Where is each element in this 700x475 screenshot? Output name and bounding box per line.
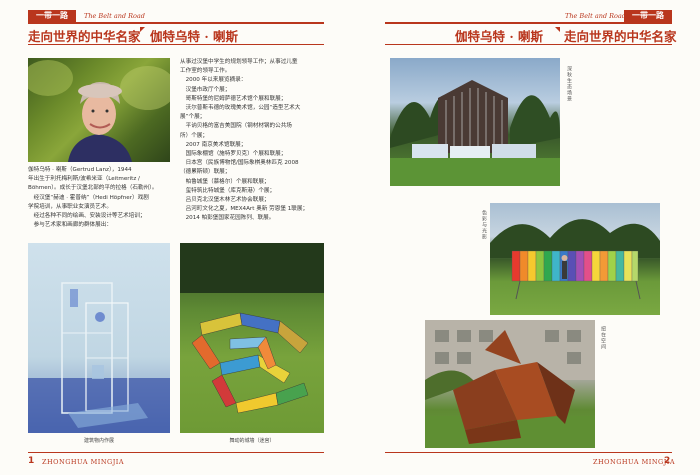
works-line: 国际象棚馆（施特罗贝克）个展和联展；: [180, 151, 287, 158]
bio-line: 伽特乌特 · 喇斯（Gertrud Lanz），1944: [28, 167, 132, 173]
header-top-rule-right: [385, 22, 672, 24]
works-line: 所）个展；: [180, 132, 208, 139]
bio-line: 学院培训，从事职业女演员艺术。: [28, 203, 112, 210]
works-line: 吕河町文化之夏，MEX4Art 奥新 劳恩堡 1联展；: [180, 206, 309, 213]
works-line: 展”个展；: [180, 114, 206, 121]
artist-portrait-photo: [28, 58, 170, 162]
belt-road-subtitle-right: The Belt and Road: [565, 12, 626, 20]
page-number-left: 1: [28, 456, 35, 466]
works-line: 2014 帕彭堡国家花园陈列、联展。: [180, 215, 275, 222]
artist-name-left: 伽特乌特 · 喇斯: [150, 29, 239, 44]
bio-line: 参与艺术家和画廊的群体展出：: [28, 222, 112, 229]
footer-magazine-name-right: ZHONGHUA MINGJIA: [593, 458, 676, 466]
vertical-caption-chapel: 深秋生态场景: [566, 66, 572, 102]
footer-rule-right: [385, 452, 672, 453]
red-triangle-icon: [555, 27, 560, 32]
works-line: 工作室的领导工作。: [180, 68, 231, 75]
footer-rule-left: [28, 452, 324, 453]
footer-magazine-name-left: ZHONGHUA MINGJIA: [42, 458, 125, 466]
color-panels-photo: [490, 203, 660, 315]
caption-glass-sculpture: 建筑物内作展: [83, 438, 114, 444]
header-bottom-rule-right: [385, 44, 672, 45]
bio-line: 年出生于利托梅利斯/波希米亚（Leitmeritz /: [28, 176, 140, 183]
maze-wall-photo: [180, 243, 324, 433]
works-line: （德累斯顿）联展；: [180, 169, 231, 176]
vertical-caption-color-panels: 色彩与光影: [481, 210, 487, 240]
caption-maze-wall: 舞动的城墙（迷宫）: [229, 438, 275, 444]
glass-sculpture-photo: [28, 243, 170, 433]
works-line: 日本宫（民族博物馆/国际象棋奥林匹克 2008: [180, 160, 299, 167]
works-line: 沃尔普斯韦德的玫瑰美术馆，公园“造型艺术大: [180, 105, 301, 112]
works-line: 玺特筑比特城堡（库克斯港）个展；: [180, 187, 276, 194]
works-line: 2007 南京美术馆联展；: [180, 141, 247, 148]
works-line: 汉堡市政厅个展；: [180, 86, 231, 93]
red-triangle-icon: [140, 27, 145, 32]
bio-line: Böhmen）。成长于汉堡北部的平的拉格（石勒州）。: [28, 185, 158, 192]
header-top-rule-left: [28, 22, 324, 24]
belt-road-tag-right: 一带一路: [624, 10, 672, 22]
bio-line: 经汉堡“赫迪 · 霍普纳”（Hedi Höpfner）戏剧: [28, 194, 149, 201]
works-line: 2000 年以来展览摘录：: [180, 77, 247, 84]
works-line: 哥斯特堡的尼姆萨德艺术馆个展和联展；: [180, 95, 287, 102]
header-bottom-rule-left: [28, 44, 324, 45]
works-line: 从事过汉堡中学生的规划领导工作；从事过儿童: [180, 59, 298, 65]
section-title-left: 走向世界的中华名家: [28, 29, 141, 44]
belt-road-subtitle-left: The Belt and Road: [84, 12, 145, 20]
artist-bio: 伽特乌特 · 喇斯（Gertrud Lanz），1944 年出生于利托梅利斯/波…: [28, 166, 170, 230]
chapel-installation-photo: [390, 58, 560, 186]
bio-line: 经过各种不同的绘画、安装设计等艺术培训；: [28, 213, 146, 220]
exhibition-list: 从事过汉堡中学生的规划领导工作；从事过儿童 工作室的领导工作。 2000 年以来…: [180, 58, 326, 224]
artist-name-right: 伽特乌特 · 喇斯: [455, 29, 544, 44]
works-line: 帕鲁城堡（慕格尔）个展和联展；: [180, 178, 270, 185]
section-title-right: 走向世界的中华名家: [564, 29, 677, 44]
works-line: 吕贝克北汉堡木林艺术协会联展；: [180, 197, 270, 204]
belt-road-tag-left: 一带一路: [28, 10, 76, 22]
page-number-right: 2: [664, 456, 671, 466]
works-line: 平讷贝格的富吉美国院（钢材材钢的公共场: [180, 123, 292, 130]
vertical-caption-rust-sculpture: 扭在空间: [600, 326, 606, 350]
rust-sculpture-photo: [425, 320, 595, 448]
